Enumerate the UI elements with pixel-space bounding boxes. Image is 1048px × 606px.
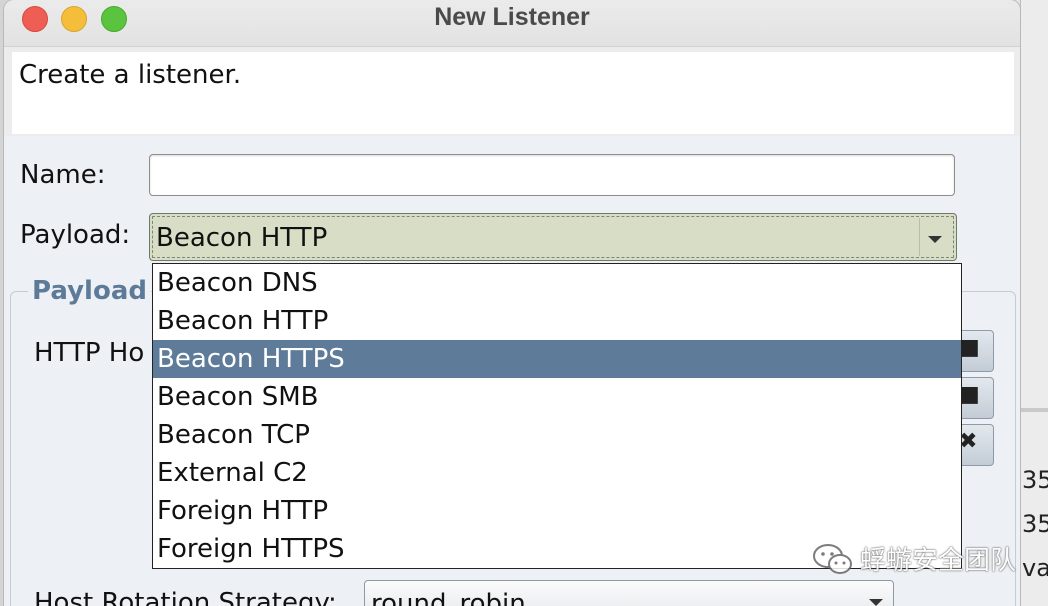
payload-group-title: Payload [28, 276, 151, 306]
titlebar: New Listener [4, 0, 1020, 47]
wechat-icon [813, 543, 852, 574]
payload-select[interactable]: Beacon HTTP [149, 213, 957, 261]
chevron-down-icon[interactable] [869, 599, 883, 606]
chevron-down-icon[interactable] [919, 218, 950, 256]
description-panel: Create a listener. [12, 52, 1014, 134]
name-input[interactable] [149, 154, 955, 196]
host-rotation-select[interactable]: round_robin [364, 580, 894, 606]
background-text-fragment: 35 [1022, 512, 1048, 536]
background-text-fragment: va [1022, 556, 1048, 580]
remove-icon: ■ [959, 382, 980, 407]
dropdown-item-beacon-https[interactable]: Beacon HTTPS [153, 340, 961, 378]
background-divider [1020, 408, 1048, 412]
window-title: New Listener [434, 3, 590, 31]
dropdown-item-beacon-smb[interactable]: Beacon SMB [153, 378, 961, 416]
dropdown-item-beacon-tcp[interactable]: Beacon TCP [153, 416, 961, 454]
watermark: 蜉蝣安全团队 [812, 540, 1016, 577]
background-text-fragment: 35 [1022, 468, 1048, 492]
dropdown-item-external-c2[interactable]: External C2 [153, 454, 961, 492]
watermark-text: 蜉蝣安全团队 [860, 546, 1017, 576]
payload-select-value: Beacon HTTP [156, 223, 328, 253]
screen: 35 35 va New Listener Create a listener.… [0, 0, 1048, 606]
dropdown-item-foreign-http[interactable]: Foreign HTTP [153, 492, 961, 530]
dropdown-item-beacon-http[interactable]: Beacon HTTP [153, 302, 961, 340]
host-rotation-value: round_robin [371, 589, 526, 606]
http-hosts-label: HTTP Ho [34, 338, 145, 368]
description-text: Create a listener. [19, 60, 242, 90]
payload-label: Payload: [20, 220, 131, 250]
new-listener-dialog: New Listener Create a listener. Name: Pa… [4, 0, 1020, 606]
payload-dropdown-list[interactable]: Beacon DNS Beacon HTTP Beacon HTTPS Beac… [152, 263, 962, 569]
add-icon: ■ [959, 335, 980, 360]
dropdown-item-beacon-dns[interactable]: Beacon DNS [153, 264, 961, 302]
host-rotation-label: Host Rotation Strategy: [34, 588, 337, 606]
name-label: Name: [20, 160, 106, 190]
